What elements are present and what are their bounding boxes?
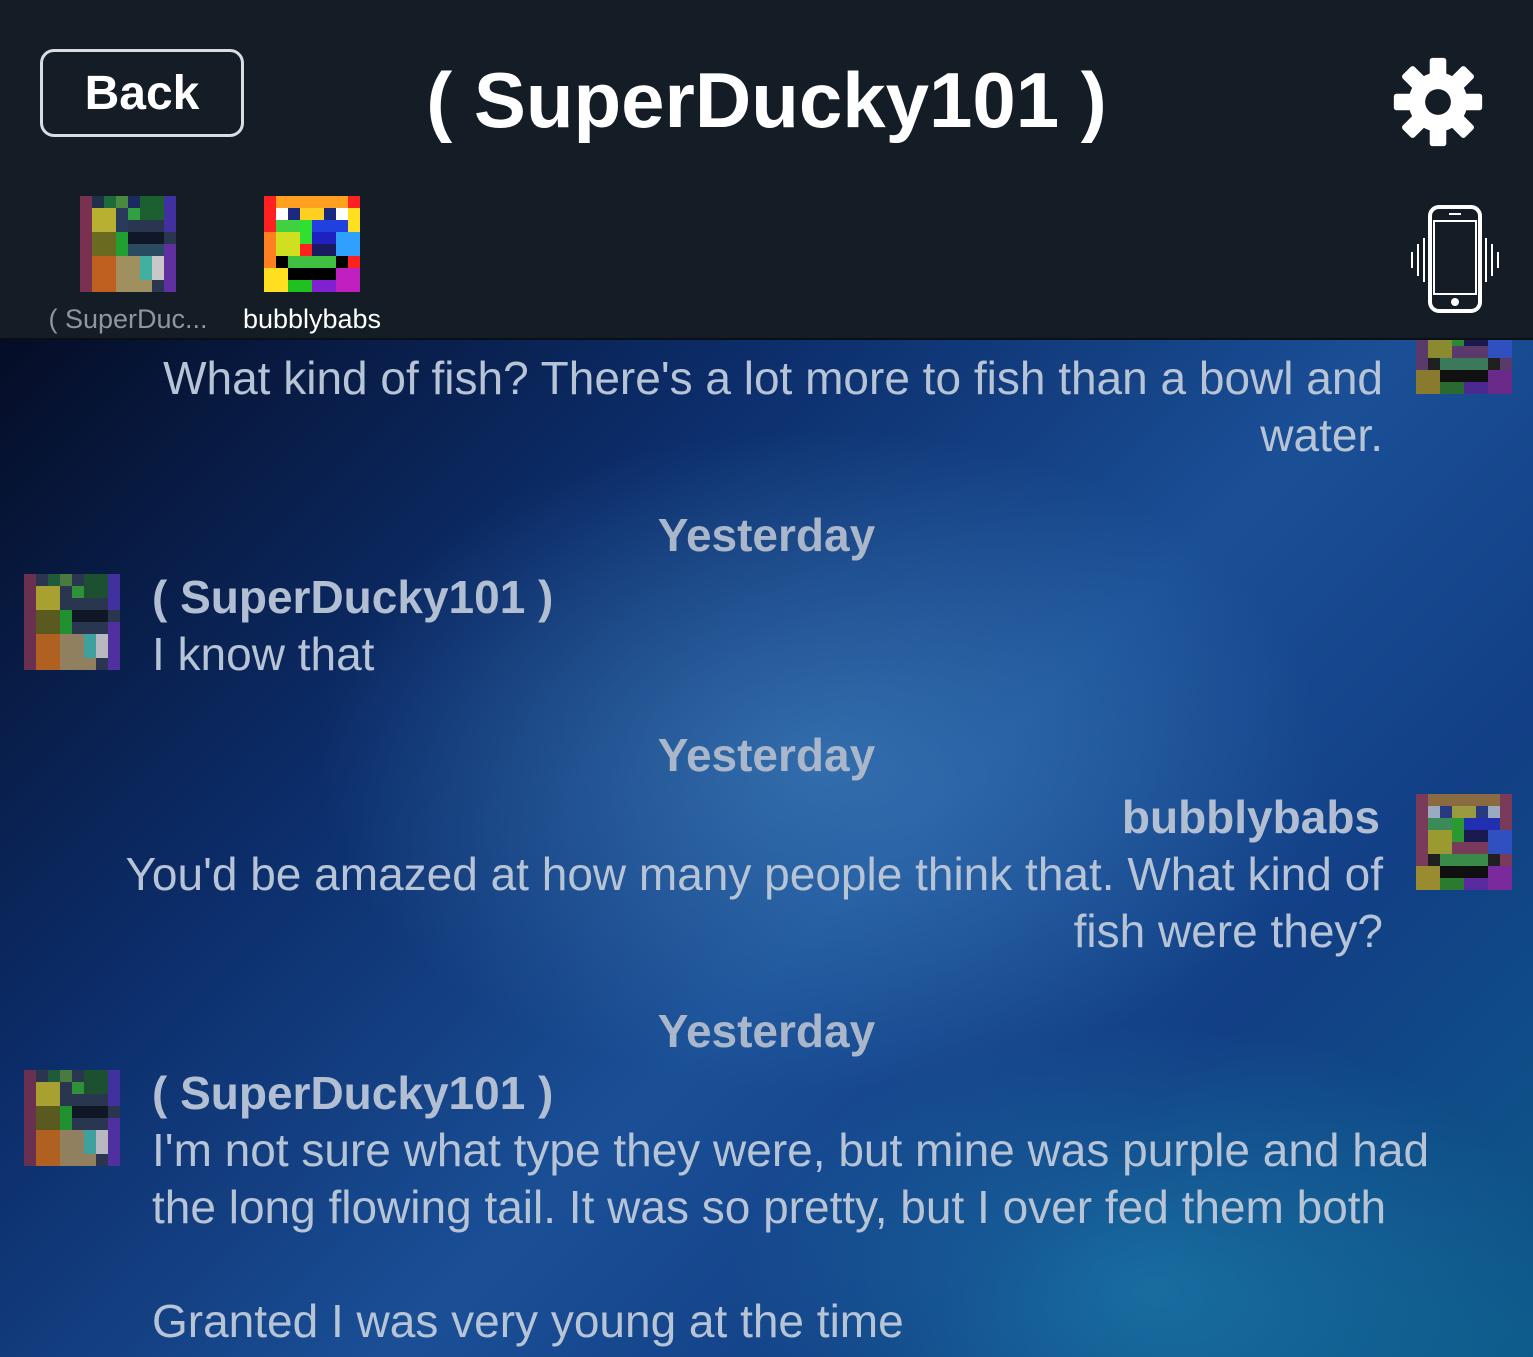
back-button[interactable]: Back [40, 49, 244, 137]
message-text: I know that [152, 628, 375, 680]
avatar-bubblybabs [1416, 794, 1512, 890]
message-text: I'm not sure what type they were, but mi… [152, 1124, 1430, 1347]
timestamp: Yesterday [657, 509, 876, 561]
message-text: You'd be amazed at how many people think… [125, 848, 1383, 957]
participant-bubblybabs[interactable]: bubblybabs [227, 196, 397, 334]
avatar-bubblybabs [1416, 340, 1512, 394]
gear-icon[interactable] [1392, 56, 1484, 148]
message-text: What kind of fish? There's a lot more to… [163, 352, 1383, 461]
avatar-superducky [24, 1070, 120, 1166]
participant-superducky[interactable]: ( SuperDuc... [43, 196, 213, 334]
avatar-superducky [80, 196, 176, 292]
avatar-bubblybabs [264, 196, 360, 292]
timestamp: Yesterday [657, 729, 876, 781]
sender-name: bubblybabs [1121, 791, 1380, 843]
chat-header: Back ( SuperDucky101 ) (SuperDuc... bub… [0, 0, 1533, 340]
participant-name: ( SuperDuc... [48, 304, 208, 334]
sender-name: ( SuperDucky101 ) [152, 571, 554, 623]
participant-name: bubblybabs [242, 304, 382, 334]
message-list[interactable]: What kind of fish? There's a lot more to… [0, 340, 1533, 1357]
phone-vibrate-icon[interactable] [1408, 204, 1502, 316]
timestamp: Yesterday [657, 1005, 876, 1057]
sender-name: ( SuperDucky101 ) [152, 1067, 554, 1119]
avatar-superducky [24, 574, 120, 670]
page-title: ( SuperDucky101 ) [426, 56, 1107, 144]
